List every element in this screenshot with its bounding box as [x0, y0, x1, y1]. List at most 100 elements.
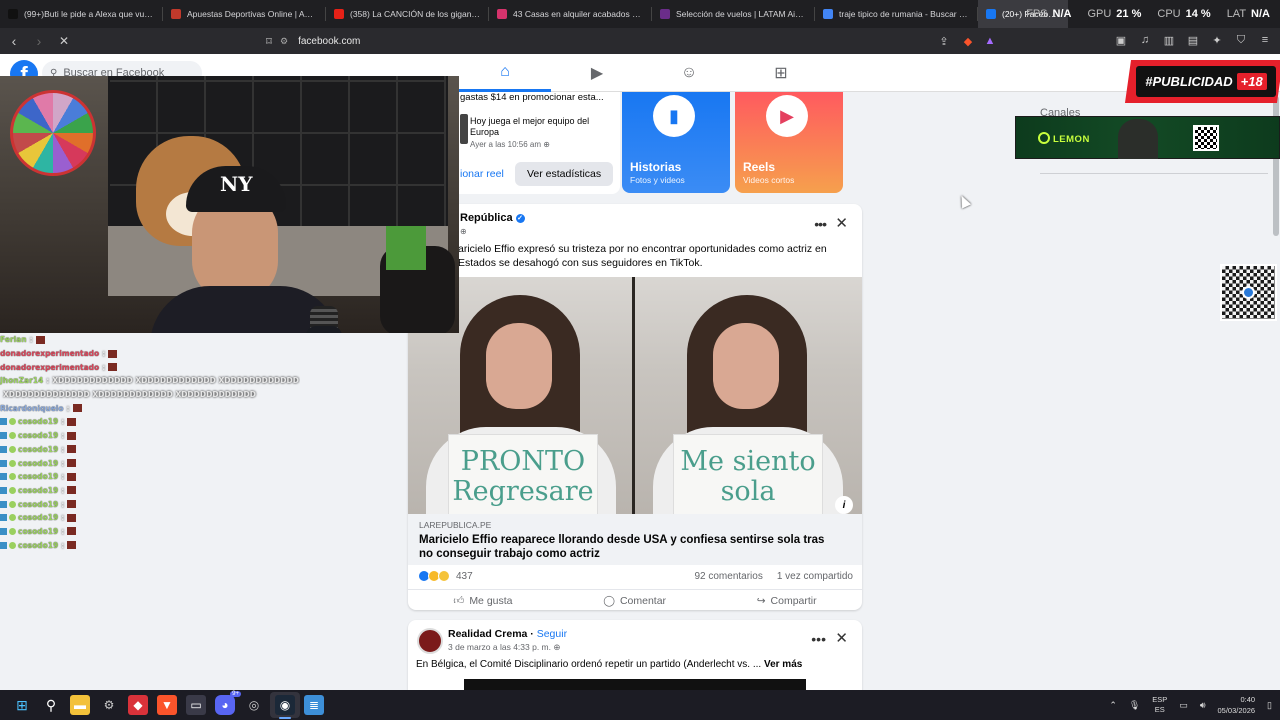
- stop-loading-button[interactable]: ✕: [53, 30, 75, 52]
- back-button[interactable]: ‹: [3, 30, 25, 52]
- chat-username[interactable]: donadorexperimentado: [0, 349, 99, 358]
- chat-username[interactable]: cosodo19: [18, 417, 58, 426]
- reels-subtitle: Videos cortos: [743, 175, 795, 185]
- brave-rewards-icon[interactable]: ▲: [979, 30, 1001, 52]
- browser-tab[interactable]: (99+)Buti le pide a Alexa que vuelva: [0, 0, 162, 28]
- close-icon[interactable]: ✕: [835, 629, 848, 647]
- address-url: facebook.com: [298, 35, 361, 47]
- chat-badge-icon: [9, 527, 16, 535]
- chat-username[interactable]: cosodo19: [18, 486, 58, 495]
- chat-separator: :: [102, 349, 106, 359]
- link-preview[interactable]: LAREPUBLICA.PE Maricielo Effio reaparece…: [408, 514, 862, 565]
- network-icon[interactable]: ▭: [1179, 700, 1188, 711]
- comment-button[interactable]: ◯ Comentar: [603, 592, 666, 609]
- chat-emote-icon: [67, 513, 77, 522]
- chat-username[interactable]: Ricardoniquelo: [0, 404, 64, 413]
- browser-tab[interactable]: Apuestas Deportivas Online | Apuest: [163, 0, 325, 28]
- file-explorer-icon[interactable]: ▬: [70, 695, 90, 715]
- brave-icon[interactable]: ▼: [157, 695, 177, 715]
- chat-username[interactable]: JhonZar14: [0, 376, 43, 385]
- ad-banner: #PUBLICIDAD +18: [1124, 60, 1280, 103]
- sponsor-banner: LEMON: [1015, 116, 1280, 159]
- chat-username[interactable]: cosodo19: [18, 431, 58, 440]
- stories-card[interactable]: ▮ Historias Fotos y videos: [622, 92, 730, 193]
- leo-ai-icon[interactable]: ✦: [1210, 33, 1224, 47]
- vpn-icon[interactable]: ⛉: [1234, 33, 1248, 47]
- address-bar[interactable]: ⚙ facebook.com: [260, 31, 1000, 51]
- comments-count[interactable]: 92 comentarios: [694, 571, 762, 582]
- brave-shield-icon[interactable]: ◆: [957, 30, 979, 52]
- browser-tab[interactable]: 43 Casas en alquiler acabados de luj: [489, 0, 651, 28]
- app-circle-icon[interactable]: ◎: [244, 695, 264, 715]
- media-icon[interactable]: ♫: [1138, 33, 1152, 47]
- reactions-summary[interactable]: 437: [418, 570, 473, 582]
- post-image[interactable]: PRONTO Regresare Me siento sola i: [408, 277, 862, 514]
- forward-button[interactable]: ›: [28, 30, 50, 52]
- home-icon[interactable]: ⌂: [459, 54, 551, 92]
- follow-button[interactable]: Seguir: [537, 628, 567, 640]
- clock[interactable]: 0:40 05/03/2026: [1218, 694, 1256, 716]
- video-icon[interactable]: ▶: [551, 54, 643, 92]
- chat-username[interactable]: cosodo19: [18, 541, 58, 550]
- settings-icon[interactable]: ⚙: [99, 695, 119, 715]
- sad-reaction-icon: [438, 570, 450, 582]
- avatar[interactable]: [417, 628, 443, 654]
- chat-badge-icon: [0, 486, 7, 494]
- page-scrollbar[interactable]: [1272, 92, 1280, 690]
- site-info-icon[interactable]: ⚙: [280, 36, 288, 47]
- promote-reel-button[interactable]: ionar reel: [452, 162, 512, 186]
- gaming-icon[interactable]: ⊞: [735, 54, 827, 92]
- chat-username[interactable]: cosodo19: [18, 513, 58, 522]
- groups-icon[interactable]: ☺: [643, 54, 735, 92]
- chat-username[interactable]: cosodo19: [18, 445, 58, 454]
- shares-count[interactable]: 1 vez compartido: [777, 571, 853, 582]
- share-icon[interactable]: ⇪: [933, 30, 955, 52]
- browser-tab[interactable]: (358) La CANCIÓN de los gigantes d: [326, 0, 488, 28]
- app-icon[interactable]: ▭: [186, 695, 206, 715]
- chat-username[interactable]: cosodo19: [18, 472, 58, 481]
- tab-title: Selección de vuelos | LATAM Airlines: [676, 9, 806, 19]
- steam-icon[interactable]: ◉: [275, 695, 295, 715]
- app-red-icon[interactable]: ◆: [128, 695, 148, 715]
- view-stats-button[interactable]: Ver estadísticas: [515, 162, 614, 186]
- discord-icon[interactable]: ◕ 9+: [215, 691, 241, 715]
- info-icon[interactable]: i: [835, 496, 853, 514]
- chat-badge-icon: [9, 432, 16, 440]
- menu-icon[interactable]: ≡: [1258, 33, 1272, 47]
- windows-start-icon[interactable]: ⊞: [12, 695, 32, 715]
- see-more-link[interactable]: Ver más: [764, 659, 802, 670]
- wallet-icon[interactable]: ▤: [1186, 33, 1200, 47]
- close-icon[interactable]: ✕: [835, 214, 848, 232]
- chat-badge-icon: [0, 514, 7, 522]
- chat-message: cosodo19:: [0, 497, 300, 511]
- chat-username[interactable]: Ferlan: [0, 335, 27, 344]
- more-options-icon[interactable]: •••: [814, 216, 827, 232]
- chat-message: cosodo19:: [0, 525, 300, 539]
- chat-username[interactable]: cosodo19: [18, 459, 58, 468]
- volume-icon[interactable]: 🔊︎: [1200, 700, 1206, 711]
- chat-username[interactable]: donadorexperimentado: [0, 363, 99, 372]
- betting-icon: [171, 9, 181, 19]
- post-source[interactable]: República ✓: [460, 212, 525, 224]
- chat-badge-icon: [9, 418, 16, 426]
- like-button[interactable]: 👍︎ Me gusta: [453, 592, 512, 609]
- more-options-icon[interactable]: •••: [811, 631, 826, 647]
- language-indicator[interactable]: ESP ES: [1152, 695, 1167, 715]
- chat-username[interactable]: cosodo19: [18, 527, 58, 536]
- chat-separator: :: [29, 335, 33, 345]
- notepad-icon[interactable]: ≣: [304, 695, 324, 715]
- share-button[interactable]: ↪ Compartir: [757, 592, 817, 609]
- search-icon[interactable]: ⚲: [41, 695, 61, 715]
- screenshot-icon[interactable]: ▣: [1114, 33, 1128, 47]
- chevron-up-icon[interactable]: ⌃: [1109, 700, 1117, 711]
- second-post: Realidad Crema · Seguir 3 de marzo a las…: [408, 620, 862, 700]
- reels-card[interactable]: ▶ Reels Videos cortos: [735, 92, 843, 193]
- browser-tab[interactable]: traje tipico de rumania - Buscar con: [815, 0, 977, 28]
- chat-badge-icon: [9, 473, 16, 481]
- microphone-icon[interactable]: 🎙︎: [1129, 700, 1140, 711]
- sidebar-icon[interactable]: ▥: [1162, 33, 1176, 47]
- chat-username[interactable]: cosodo19: [18, 500, 58, 509]
- chat-message: cosodo19:: [0, 443, 300, 457]
- browser-tab[interactable]: Selección de vuelos | LATAM Airlines: [652, 0, 814, 28]
- notification-icon[interactable]: ▯: [1267, 700, 1272, 711]
